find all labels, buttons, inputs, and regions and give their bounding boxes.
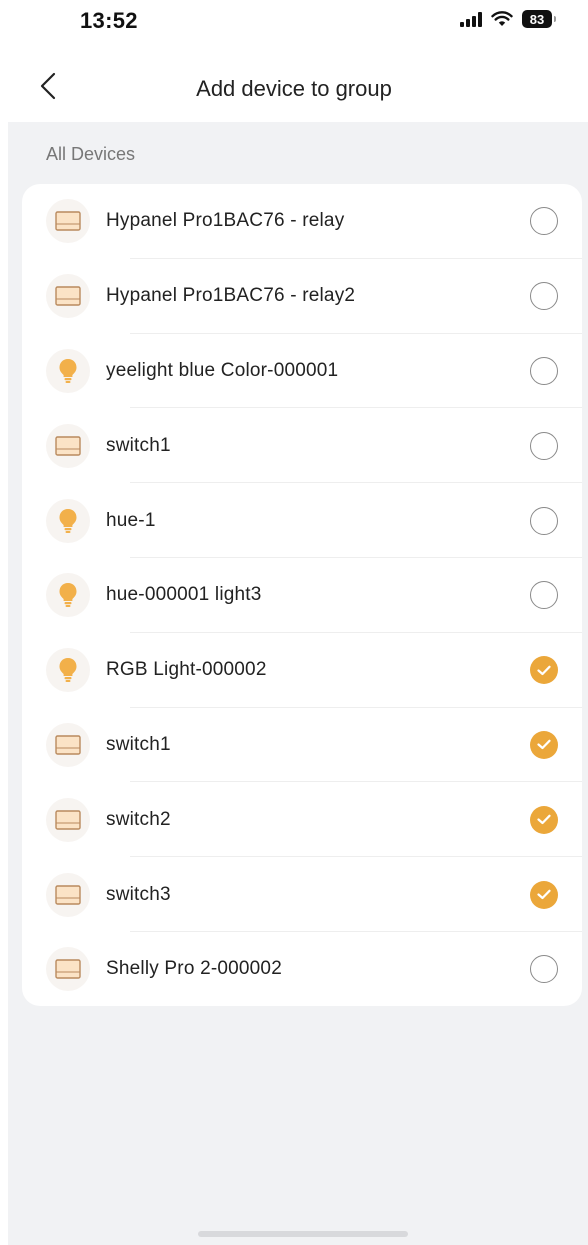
panel-icon [46,722,90,767]
device-row[interactable]: hue-000001 light3 [22,558,582,633]
device-name: switch1 [106,733,171,755]
device-name: hue-1 [106,509,156,531]
device-row[interactable]: switch1 [22,408,582,483]
signal-icon [460,11,482,27]
unchecked-circle-icon[interactable] [530,955,558,984]
checked-circle-icon[interactable] [530,656,558,685]
device-row[interactable]: hue-1 [22,483,582,558]
device-name: switch1 [106,434,171,456]
device-name: Hypanel Pro1BAC76 - relay [106,210,345,232]
panel-icon [46,872,90,917]
device-name: Shelly Pro 2-000002 [106,958,282,980]
device-name: Hypanel Pro1BAC76 - relay2 [106,285,356,307]
unchecked-circle-icon[interactable] [530,356,558,385]
checked-circle-icon[interactable] [530,805,558,834]
device-row[interactable]: switch1 [22,708,582,783]
device-list: Hypanel Pro1BAC76 - relay Hypanel Pro1BAC… [22,184,582,1006]
device-name: switch2 [106,808,171,830]
device-row[interactable]: RGB Light-000002 [22,633,582,708]
panel-icon [46,423,90,468]
panel-icon [46,199,90,244]
checked-circle-icon[interactable] [530,880,558,909]
bulb-icon [46,348,90,393]
device-row[interactable]: switch3 [22,857,582,932]
page-title: Add device to group [196,76,392,101]
device-row[interactable]: Shelly Pro 2-000002 [22,932,582,1006]
device-name: switch3 [106,883,171,905]
unchecked-circle-icon[interactable] [530,581,558,610]
section-label: All Devices [46,144,136,164]
bulb-icon [46,648,90,693]
wifi-icon [491,11,513,26]
bulb-icon [46,498,90,543]
bulb-icon [46,573,90,618]
unchecked-circle-icon[interactable] [530,431,558,460]
device-name: RGB Light-000002 [106,659,267,681]
panel-icon [46,797,90,842]
status-bar: 13:52 83 [0,0,588,46]
device-name: yeelight blue Color-000001 [106,359,339,381]
nav-bar: Add device to group [0,46,588,122]
device-row[interactable]: Hypanel Pro1BAC76 - relay2 [22,259,582,334]
device-row[interactable]: Hypanel Pro1BAC76 - relay [22,184,582,259]
battery-icon: 83 [522,10,556,28]
checked-circle-icon[interactable] [530,730,558,759]
panel-icon [46,274,90,319]
status-time: 13:52 [80,8,138,33]
device-name: hue-000001 light3 [106,584,262,606]
unchecked-circle-icon[interactable] [530,207,558,236]
unchecked-circle-icon[interactable] [530,282,558,311]
device-row[interactable]: yeelight blue Color-000001 [22,334,582,409]
battery-level: 83 [529,11,545,27]
device-row[interactable]: switch2 [22,782,582,857]
home-indicator [198,1231,408,1237]
unchecked-circle-icon[interactable] [530,506,558,535]
panel-icon [46,947,90,992]
content-area: All Devices Hypanel Pro1BAC76 - relay Hyp… [8,122,588,1245]
status-icons: 83 [460,10,556,28]
